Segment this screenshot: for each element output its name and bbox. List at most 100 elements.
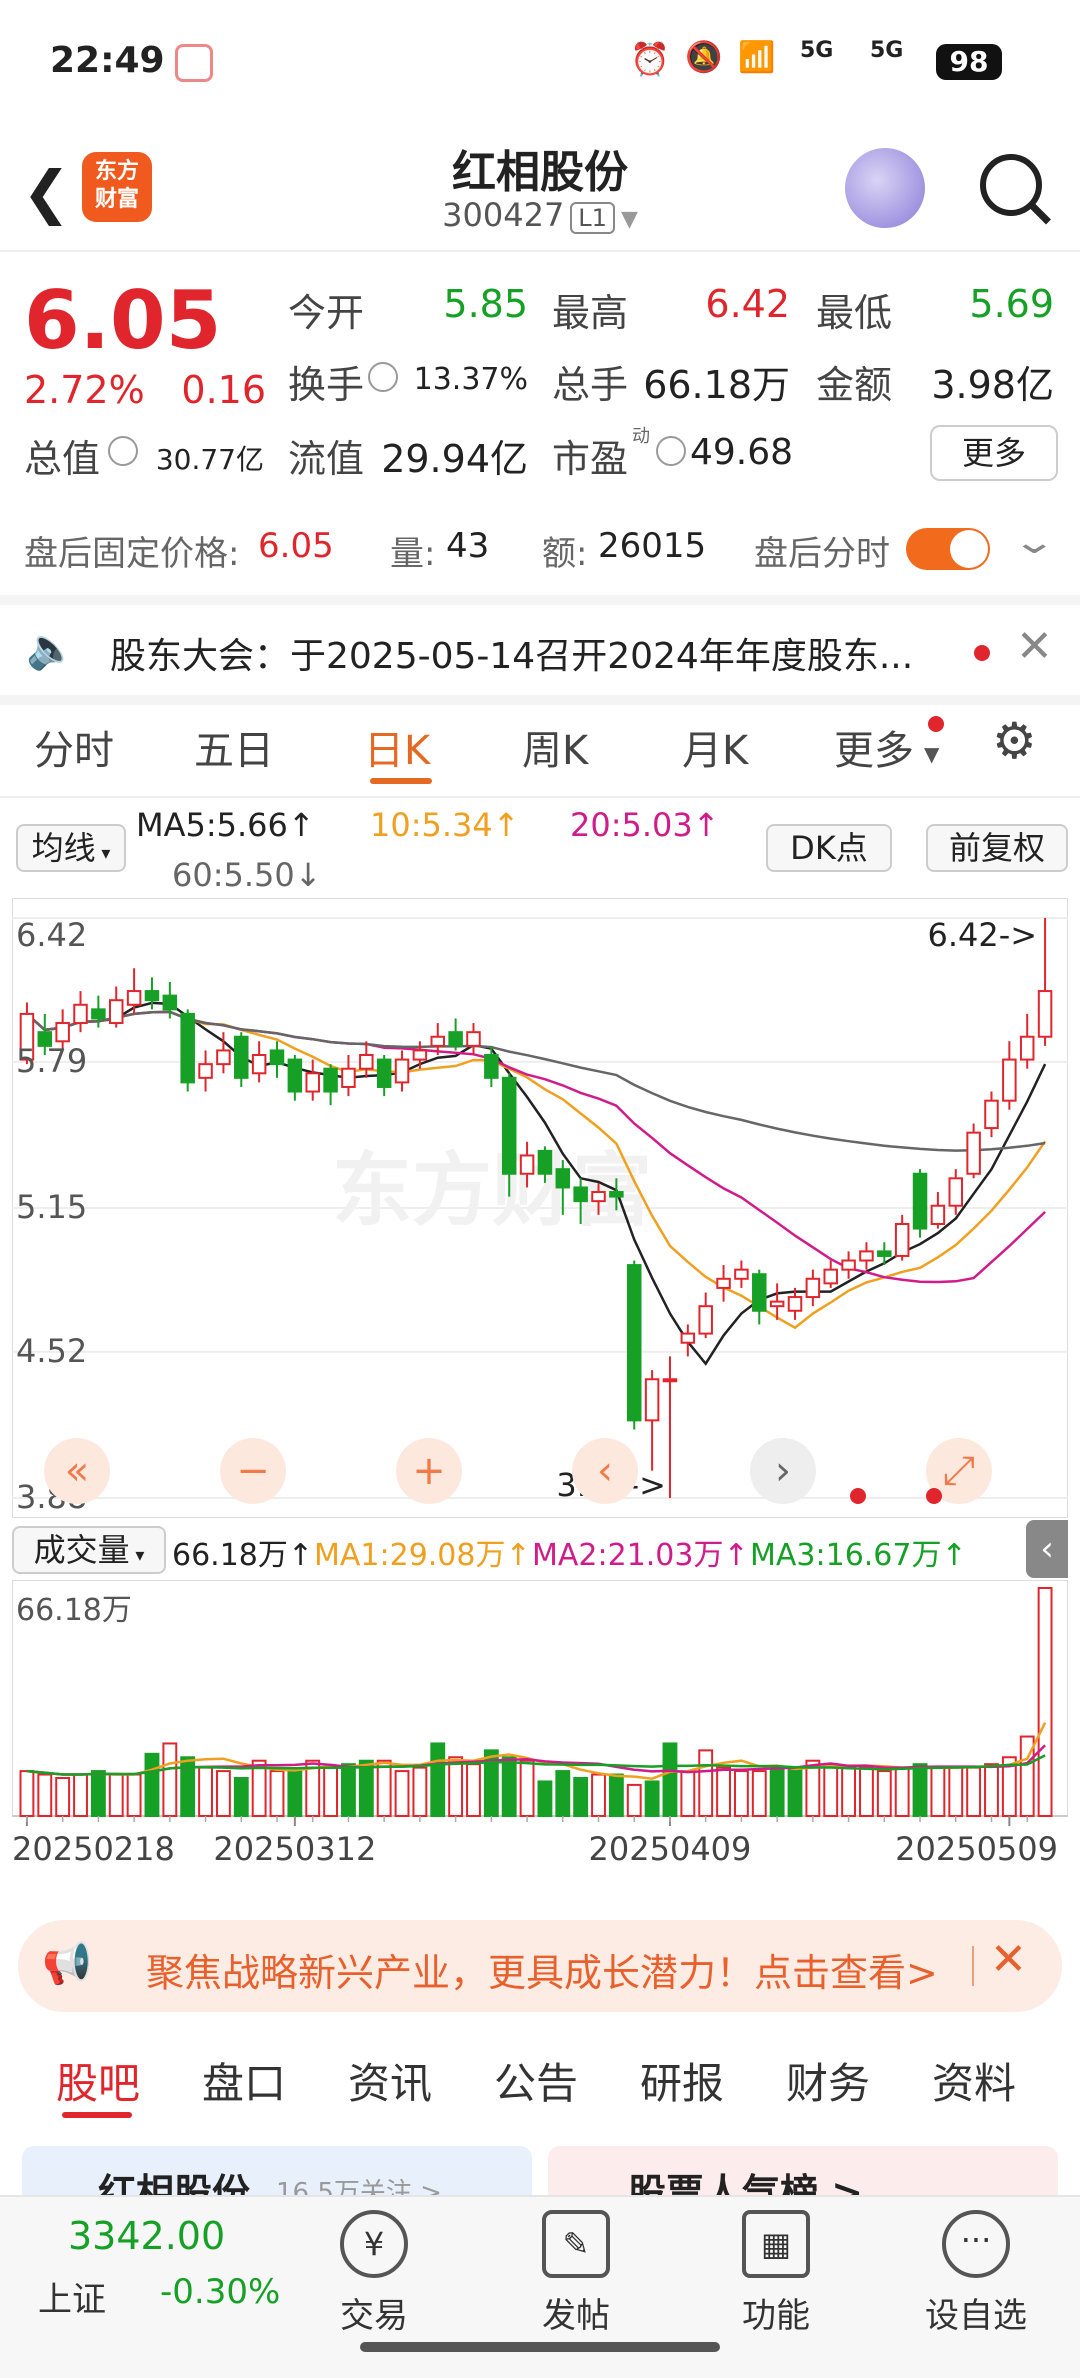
adjust-price-button[interactable]: 前复权 bbox=[926, 824, 1068, 872]
candle-up bbox=[698, 1305, 713, 1335]
volume-bar bbox=[591, 1773, 606, 1817]
current-price: 6.05 bbox=[24, 274, 222, 367]
pe-label: 市盈 bbox=[552, 437, 629, 481]
scroll-right-icon[interactable]: › bbox=[750, 1438, 816, 1504]
zoom-out-icon[interactable]: − bbox=[220, 1438, 286, 1504]
close-icon[interactable]: ✕ bbox=[1016, 621, 1053, 672]
volume-bar bbox=[537, 1780, 553, 1817]
high-label: 最高 bbox=[552, 291, 629, 335]
candle-down bbox=[269, 1049, 285, 1066]
x-tick-label: 20250409 bbox=[589, 1830, 752, 1868]
volume-bar bbox=[126, 1773, 142, 1817]
trade-button[interactable]: ¥ 交易 bbox=[314, 2210, 434, 2337]
tab-monthly-k[interactable]: 月K bbox=[682, 718, 748, 776]
candle-down bbox=[626, 1264, 642, 1422]
volume-bar bbox=[394, 1770, 410, 1818]
volume-bar bbox=[412, 1766, 428, 1818]
change-percent: 2.72% bbox=[24, 368, 145, 412]
battery-icon: 98 bbox=[936, 44, 1002, 80]
candle-up bbox=[466, 1031, 481, 1047]
zoom-in-icon[interactable]: + bbox=[396, 1438, 462, 1504]
volume-bar bbox=[716, 1766, 731, 1818]
candle-down bbox=[555, 1168, 571, 1189]
volume-bar bbox=[519, 1759, 535, 1818]
volume-indicator-label: 成交量 bbox=[33, 1531, 130, 1569]
yuan-icon: ¥ bbox=[340, 2210, 408, 2278]
candle-up bbox=[305, 1072, 320, 1093]
header: ❮ 东方 财富 红相股份 300427 L1 ▼ bbox=[0, 130, 1080, 252]
tab-profile[interactable]: 资料 bbox=[932, 2050, 1016, 2111]
volume-bar bbox=[608, 1773, 624, 1817]
info-icon[interactable] bbox=[656, 436, 686, 466]
tab-news[interactable]: 资讯 bbox=[348, 2050, 432, 2111]
candle-down bbox=[91, 1008, 106, 1020]
volume-bar bbox=[966, 1766, 982, 1818]
notice-bar[interactable]: 🔈 股东大会：于2025-05-14召开2024年年度股东... ✕ bbox=[0, 595, 1080, 705]
tab-more[interactable]: 更多 bbox=[834, 718, 914, 776]
tab-intraday[interactable]: 分时 bbox=[34, 718, 114, 776]
info-icon[interactable] bbox=[368, 362, 398, 392]
candle-up bbox=[662, 1378, 678, 1383]
vol-ma2-label: MA2:21.03万↑ bbox=[532, 1538, 749, 1573]
candle-down bbox=[287, 1058, 303, 1093]
volume-label: 总手 bbox=[552, 363, 629, 407]
tab-financials[interactable]: 财务 bbox=[786, 2050, 870, 2111]
tab-weekly-k[interactable]: 周K bbox=[522, 718, 588, 776]
settings-gear-icon[interactable]: ⚙ bbox=[992, 712, 1037, 770]
functions-button[interactable]: ▦ 功能 bbox=[716, 2210, 836, 2337]
chevron-down-icon[interactable]: ⌄ bbox=[1011, 522, 1057, 562]
indicator-select[interactable]: 均线 ▾ bbox=[16, 824, 126, 872]
collapse-panel-icon[interactable]: ‹ bbox=[1026, 1520, 1068, 1578]
scroll-left-far-icon[interactable]: « bbox=[44, 1438, 110, 1504]
close-icon[interactable]: ✕ bbox=[990, 1934, 1027, 1985]
tab-order-book[interactable]: 盘口 bbox=[202, 2050, 286, 2111]
after-hours-toggle[interactable] bbox=[906, 528, 990, 570]
high-marker: 6.42-> bbox=[927, 916, 1037, 954]
candle-up bbox=[948, 1177, 964, 1207]
volume-indicator-select[interactable]: 成交量 ▾ bbox=[12, 1526, 166, 1574]
candle-up bbox=[341, 1067, 356, 1088]
tab-five-day[interactable]: 五日 bbox=[194, 718, 274, 776]
tab-announcements[interactable]: 公告 bbox=[494, 2050, 578, 2111]
turnover-label: 换手 bbox=[288, 363, 365, 407]
candle-up bbox=[823, 1268, 838, 1285]
candle-up bbox=[805, 1277, 821, 1299]
ad-banner[interactable]: 📢 聚焦战略新兴产业，更具成长潜力！点击查看> ✕ bbox=[18, 1920, 1062, 2012]
add-watchlist-button[interactable]: ··· 设自选 bbox=[916, 2210, 1036, 2337]
candlestick-chart[interactable]: 东方财富 6.425.795.154.523.886.42->3.88-> bbox=[12, 898, 1068, 1518]
tab-forum[interactable]: 股吧 bbox=[56, 2050, 140, 2111]
active-tab-underline bbox=[370, 778, 432, 784]
volume-bar bbox=[769, 1766, 785, 1818]
volume-bar bbox=[680, 1770, 696, 1818]
candle-up bbox=[251, 1054, 267, 1075]
turnover-value: 13.37% bbox=[413, 362, 528, 397]
info-icon[interactable] bbox=[108, 436, 138, 466]
more-button[interactable]: 更多 bbox=[930, 425, 1058, 481]
index-name[interactable]: 上证 bbox=[38, 2272, 106, 2321]
volume-chart[interactable]: 66.18万 20250218 20250312 20250409 20250509 bbox=[12, 1580, 1068, 1900]
unread-dot bbox=[974, 645, 990, 661]
dk-point-button[interactable]: DK点 bbox=[766, 824, 892, 872]
post-button[interactable]: ✎ 发帖 bbox=[516, 2210, 636, 2337]
index-value[interactable]: 3342.00 bbox=[68, 2214, 225, 2258]
volume-bar bbox=[162, 1742, 178, 1817]
tab-research[interactable]: 研报 bbox=[640, 2050, 724, 2111]
tab-daily-k[interactable]: 日K bbox=[364, 718, 430, 776]
volume-bar bbox=[859, 1766, 874, 1818]
open-label: 今开 bbox=[288, 291, 365, 335]
home-indicator bbox=[360, 2342, 720, 2352]
scroll-left-icon[interactable]: ‹ bbox=[572, 1438, 638, 1504]
status-time: 22:49 bbox=[50, 40, 165, 81]
ma5-label: MA5:5.66↑ bbox=[136, 806, 315, 844]
volume-value: 66.18万 bbox=[643, 363, 790, 407]
index-change: -0.30% bbox=[160, 2272, 281, 2312]
volume-bar bbox=[55, 1777, 71, 1817]
quote-panel: 6.05 2.72% 0.16 今开 5.85 最高 6.42 最低 5.69 … bbox=[0, 250, 1080, 510]
functions-label: 功能 bbox=[742, 2296, 810, 2336]
dropdown-arrow-icon: ▼ bbox=[924, 742, 940, 766]
candle-up bbox=[841, 1259, 856, 1271]
candle-up bbox=[984, 1099, 999, 1130]
candle-down bbox=[180, 1012, 195, 1084]
volume-bar bbox=[733, 1770, 749, 1818]
robot-assistant-icon[interactable] bbox=[845, 148, 925, 228]
